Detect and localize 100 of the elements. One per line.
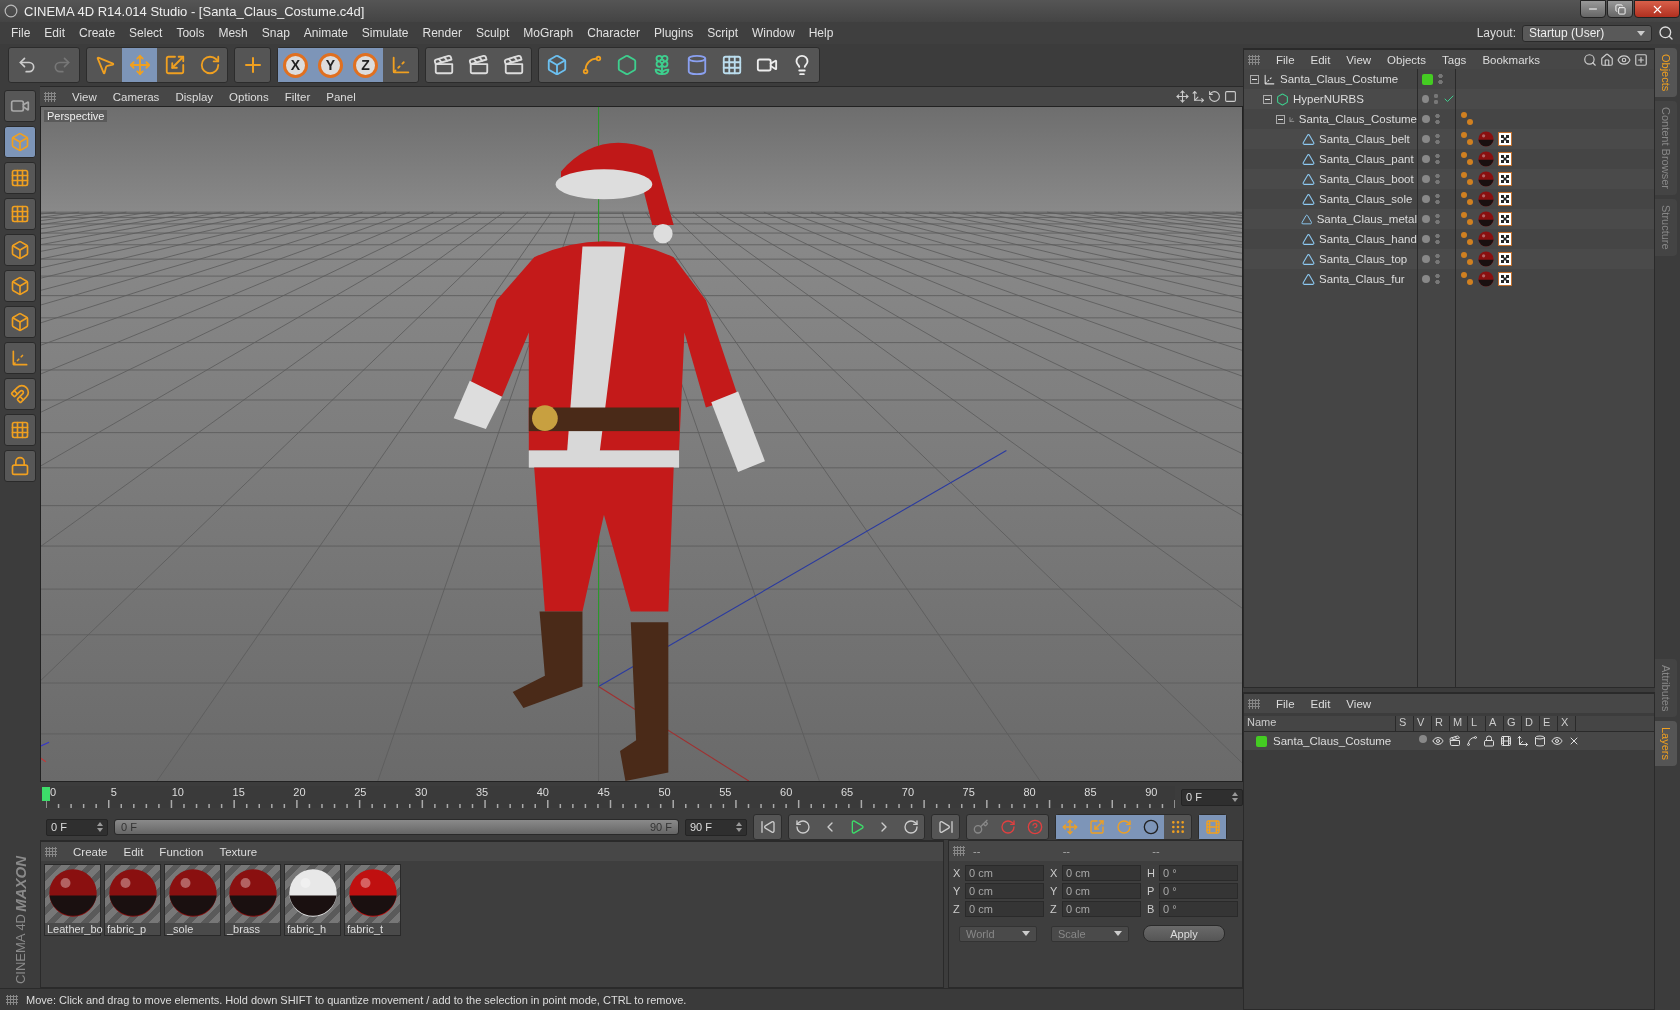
editor-render-dots-icon[interactable] xyxy=(1435,173,1440,185)
menu-item[interactable]: Script xyxy=(700,26,745,40)
object-row[interactable]: Santa_Claus_metal xyxy=(1244,209,1417,229)
menu-item[interactable]: Snap xyxy=(254,26,297,40)
menu-item[interactable]: Cameras xyxy=(104,90,168,103)
menu-item[interactable]: Mesh xyxy=(211,26,255,40)
start-frame-field[interactable]: 0 F xyxy=(46,818,108,836)
end-frame-field[interactable]: 90 F xyxy=(685,818,747,836)
editor-render-dots-icon[interactable] xyxy=(1438,73,1443,85)
polygons-mode-button[interactable] xyxy=(4,306,36,338)
visibility-dot[interactable] xyxy=(1422,235,1430,243)
menu-item[interactable]: Objects xyxy=(1379,53,1435,66)
menu-item[interactable]: Edit xyxy=(1302,53,1339,66)
maximize-button[interactable] xyxy=(1607,0,1633,18)
menu-item[interactable]: File xyxy=(4,26,38,40)
viewport[interactable]: Perspective xyxy=(40,106,1243,782)
menu-item[interactable]: Edit xyxy=(1302,697,1339,710)
menu-item[interactable]: File xyxy=(1268,53,1303,66)
coordinate-field[interactable]: 0 ° xyxy=(1159,883,1238,899)
solo-dot[interactable] xyxy=(1419,735,1428,743)
menu-item[interactable]: Display xyxy=(167,90,222,103)
visibility-dot[interactable] xyxy=(1422,215,1430,223)
tree-expander-icon[interactable] xyxy=(1276,114,1285,124)
coordinate-field[interactable]: 0 cm xyxy=(1062,901,1141,917)
menu-item[interactable]: MoGraph xyxy=(516,26,581,40)
menu-item[interactable]: View xyxy=(1338,697,1380,710)
material-swatch[interactable]: fabric_h xyxy=(284,864,341,936)
menu-item[interactable]: Bookmarks xyxy=(1474,53,1548,66)
minimize-button[interactable] xyxy=(1580,0,1606,18)
axis-lock-button[interactable]: Y xyxy=(313,48,348,82)
coordinate-field[interactable]: 0 cm xyxy=(1062,865,1141,881)
layer-row[interactable]: Santa_Claus_Costume xyxy=(1244,732,1654,750)
parameter-key-button[interactable] xyxy=(1137,815,1164,839)
menu-item[interactable]: Texture xyxy=(211,845,266,858)
visibility-dot[interactable] xyxy=(1422,195,1430,203)
visibility-dot[interactable] xyxy=(1422,255,1430,263)
material-swatch[interactable]: _brass xyxy=(224,864,281,936)
material-swatch[interactable]: fabric_t xyxy=(344,864,401,936)
menu-item[interactable]: Render xyxy=(415,26,469,40)
menu-item[interactable]: Filter xyxy=(276,90,319,103)
editor-render-dots-icon[interactable] xyxy=(1435,153,1440,165)
coordinate-field[interactable]: 0 cm xyxy=(965,865,1044,881)
edges-mode-button[interactable] xyxy=(4,270,36,302)
editor-render-dots-icon[interactable] xyxy=(1435,133,1440,145)
object-row[interactable]: Santa_Claus_top xyxy=(1244,249,1417,269)
coordinate-field[interactable]: 0 cm xyxy=(1062,883,1141,899)
editor-render-dots-icon[interactable] xyxy=(1435,273,1440,285)
playhead-marker[interactable] xyxy=(42,787,50,801)
menu-item[interactable]: View xyxy=(64,90,105,103)
visibility-dot[interactable] xyxy=(1422,275,1430,283)
menu-item[interactable]: Animate xyxy=(296,26,355,40)
menu-item[interactable]: View xyxy=(1338,53,1380,66)
magnet-mode-button[interactable] xyxy=(4,378,36,410)
object-row[interactable]: Santa_Claus_belt xyxy=(1244,129,1417,149)
editor-render-dots-icon[interactable] xyxy=(1433,93,1438,105)
menu-item[interactable]: Window xyxy=(745,26,802,40)
layout-dropdown[interactable]: Startup (User) xyxy=(1522,24,1652,42)
material-swatch[interactable]: fabric_p xyxy=(104,864,161,936)
current-frame-field[interactable]: 0 F xyxy=(1181,788,1243,806)
texture-mode-button[interactable] xyxy=(4,162,36,194)
menu-item[interactable]: Create xyxy=(72,26,123,40)
menu-item[interactable]: Edit xyxy=(37,26,73,40)
editor-render-dots-icon[interactable] xyxy=(1435,113,1440,125)
coordinate-field[interactable]: 0 ° xyxy=(1159,865,1238,881)
lock-mode-button[interactable] xyxy=(4,450,36,482)
menu-item[interactable]: Plugins xyxy=(646,26,701,40)
menu-item[interactable]: Create xyxy=(65,845,116,858)
layer-color-swatch[interactable] xyxy=(1422,73,1433,85)
menu-item[interactable]: Edit xyxy=(115,845,152,858)
menu-item[interactable]: Tools xyxy=(169,26,212,40)
editor-render-dots-icon[interactable] xyxy=(1435,253,1440,265)
visibility-dot[interactable] xyxy=(1422,175,1430,183)
points-mode-button[interactable] xyxy=(4,234,36,266)
menu-item[interactable]: Simulate xyxy=(354,26,416,40)
object-row[interactable]: Santa_Claus_boot xyxy=(1244,169,1417,189)
axis-lock-button[interactable]: Z xyxy=(348,48,383,82)
menu-item[interactable]: Sculpt xyxy=(468,26,517,40)
model-mode-button[interactable] xyxy=(4,126,36,158)
side-tab[interactable]: Layers xyxy=(1655,720,1677,766)
workplane-mode-button[interactable] xyxy=(4,198,36,230)
visibility-dot[interactable] xyxy=(1422,95,1429,103)
menu-item[interactable]: Select xyxy=(122,26,170,40)
coordinate-field[interactable]: 0 cm xyxy=(965,883,1044,899)
side-tab[interactable]: Objects xyxy=(1655,48,1677,98)
menu-item[interactable]: Panel xyxy=(318,90,364,103)
menu-item[interactable]: Function xyxy=(151,845,212,858)
close-button[interactable] xyxy=(1634,0,1680,18)
coordinate-field[interactable]: 0 cm xyxy=(965,901,1044,917)
visibility-dot[interactable] xyxy=(1422,155,1430,163)
tree-expander-icon[interactable] xyxy=(1250,74,1259,84)
camera-tool-button[interactable] xyxy=(4,90,36,122)
editor-render-dots-icon[interactable] xyxy=(1435,233,1440,245)
object-row[interactable]: HyperNURBS xyxy=(1244,89,1417,109)
material-swatch[interactable]: Leather_bo xyxy=(44,864,101,936)
coordinate-field[interactable]: 0 ° xyxy=(1159,901,1238,917)
apply-button[interactable]: Apply xyxy=(1143,925,1225,942)
tree-expander-icon[interactable] xyxy=(1263,94,1272,104)
axis-lock-button[interactable]: X xyxy=(278,48,313,82)
editor-render-dots-icon[interactable] xyxy=(1435,213,1440,225)
editor-render-dots-icon[interactable] xyxy=(1435,193,1440,205)
